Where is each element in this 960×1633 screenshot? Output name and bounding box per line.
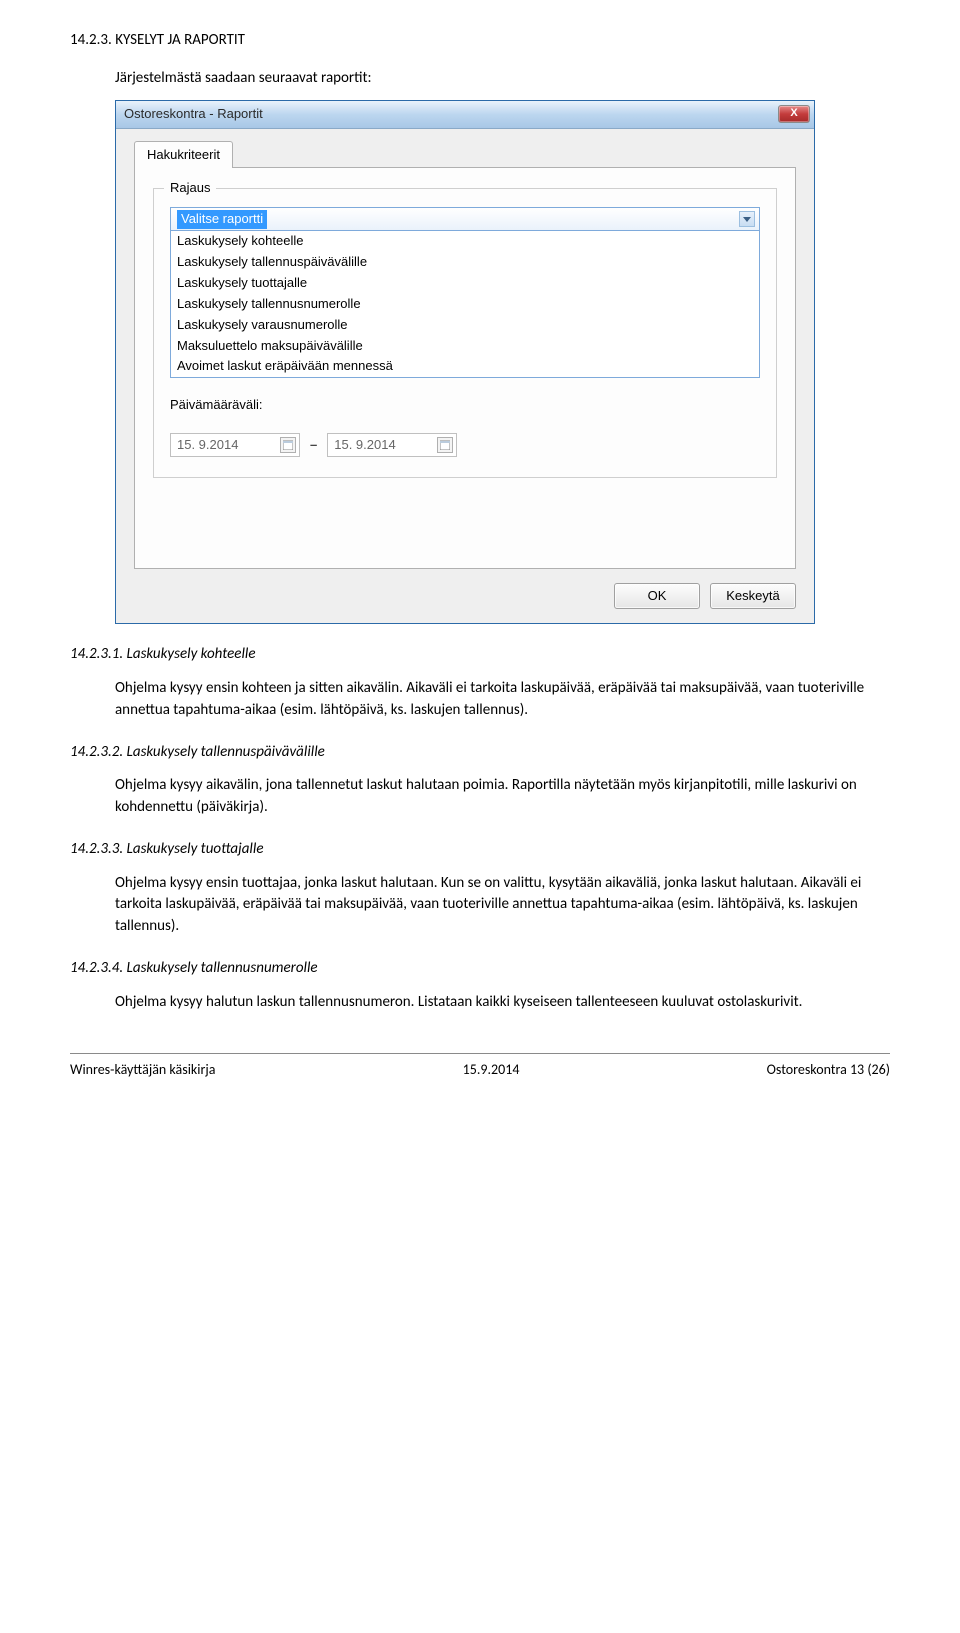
body-text: Ohjelma kysyy ensin kohteen ja sitten ai… xyxy=(115,678,890,722)
date-to-input[interactable]: 15. 9.2014 xyxy=(327,433,457,457)
date-range-label: Päivämääräväli: xyxy=(170,396,760,415)
combo-selected-row[interactable]: Valitse raportti xyxy=(170,207,760,231)
tab-strip: Hakukriteerit xyxy=(134,141,796,169)
intro-text: Järjestelmästä saadaan seuraavat raporti… xyxy=(115,68,890,90)
tab-panel: Rajaus Valitse raportti Laskukysely koht… xyxy=(134,167,796,569)
subsection-heading: 14.2.3.4. Laskukysely tallennusnumerolle xyxy=(70,958,890,980)
date-range-row: 15. 9.2014 – 15. 9.2014 xyxy=(170,433,760,457)
list-item[interactable]: Avoimet laskut eräpäivään mennessä xyxy=(171,356,759,377)
combo-selected-text: Valitse raportti xyxy=(177,210,267,229)
report-select[interactable]: Valitse raportti Laskukysely kohteelle L… xyxy=(170,207,760,378)
footer-right: Ostoreskontra 13 (26) xyxy=(767,1060,890,1080)
date-separator: – xyxy=(308,436,319,455)
date-from-input[interactable]: 15. 9.2014 xyxy=(170,433,300,457)
dialog-titlebar: Ostoreskontra - Raportit X xyxy=(116,101,814,129)
list-item[interactable]: Laskukysely tallennuspäivävälille xyxy=(171,252,759,273)
dialog-title: Ostoreskontra - Raportit xyxy=(124,105,263,124)
list-item[interactable]: Laskukysely kohteelle xyxy=(171,231,759,252)
footer-left: Winres-käyttäjän käsikirja xyxy=(70,1060,215,1080)
list-item[interactable]: Maksuluettelo maksupäivävälille xyxy=(171,336,759,357)
ok-button[interactable]: OK xyxy=(614,583,700,609)
list-item[interactable]: Laskukysely tuottajalle xyxy=(171,273,759,294)
calendar-icon[interactable] xyxy=(437,437,453,453)
section-number: 14.2.3. xyxy=(70,31,112,49)
tab-search-criteria[interactable]: Hakukriteerit xyxy=(134,141,233,169)
combo-dropdown-list[interactable]: Laskukysely kohteelle Laskukysely tallen… xyxy=(170,231,760,378)
body-text: Ohjelma kysyy halutun laskun tallennusnu… xyxy=(115,992,890,1014)
calendar-icon[interactable] xyxy=(280,437,296,453)
dialog-button-row: OK Keskeytä xyxy=(134,583,796,609)
body-text: Ohjelma kysyy ensin tuottajaa, jonka las… xyxy=(115,873,890,938)
list-item[interactable]: Laskukysely varausnumerolle xyxy=(171,315,759,336)
section-heading: 14.2.3. KYSELYT JA RAPORTIT xyxy=(70,30,890,52)
close-icon: X xyxy=(790,106,797,122)
close-button[interactable]: X xyxy=(778,105,810,123)
subsection-heading: 14.2.3.1. Laskukysely kohteelle xyxy=(70,644,890,666)
section-title: KYSELYT JA RAPORTIT xyxy=(115,31,245,49)
fieldset-legend: Rajaus xyxy=(164,179,216,198)
rajaus-fieldset: Rajaus Valitse raportti Laskukysely koht… xyxy=(153,188,777,478)
date-from-value: 15. 9.2014 xyxy=(177,436,238,455)
date-to-value: 15. 9.2014 xyxy=(334,436,395,455)
cancel-button[interactable]: Keskeytä xyxy=(710,583,796,609)
body-text: Ohjelma kysyy aikavälin, jona tallennetu… xyxy=(115,775,890,819)
chevron-down-icon[interactable] xyxy=(739,211,755,227)
reports-dialog: Ostoreskontra - Raportit X Hakukriteerit… xyxy=(115,100,815,625)
dialog-body: Hakukriteerit Rajaus Valitse raportti La… xyxy=(116,129,814,624)
subsection-heading: 14.2.3.2. Laskukysely tallennuspäiväväli… xyxy=(70,742,890,764)
subsection-heading: 14.2.3.3. Laskukysely tuottajalle xyxy=(70,839,890,861)
page-footer: Winres-käyttäjän käsikirja 15.9.2014 Ost… xyxy=(70,1053,890,1080)
footer-center: 15.9.2014 xyxy=(463,1060,520,1080)
list-item[interactable]: Laskukysely tallennusnumerolle xyxy=(171,294,759,315)
